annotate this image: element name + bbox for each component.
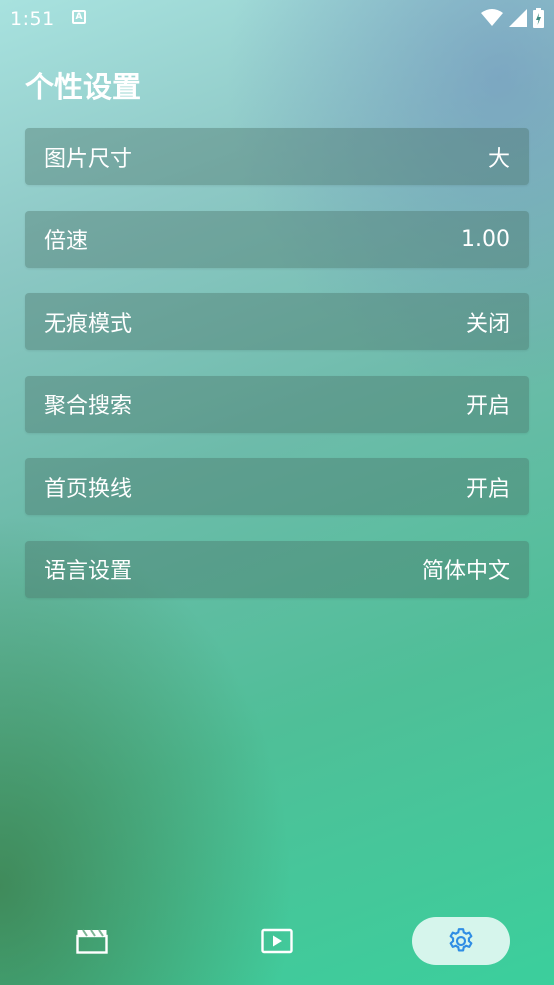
setting-label: 首页换线	[44, 476, 133, 502]
setting-label: 倍速	[44, 229, 89, 254]
setting-aggregate-search[interactable]: 聚合搜索 开启	[25, 375, 529, 433]
play-icon	[261, 928, 293, 954]
setting-playback-speed[interactable]: 倍速 1.00	[25, 210, 529, 268]
wifi-icon	[481, 9, 503, 26]
settings-list: 图片尺寸 大 倍速 1.00 无痕模式 关闭 聚合搜索 开启 首页换线 开启 语…	[25, 128, 529, 623]
setting-value: 大	[487, 146, 510, 172]
nav-movies[interactable]	[43, 917, 141, 965]
setting-value: 关闭	[465, 311, 510, 337]
setting-label: 无痕模式	[44, 311, 133, 337]
gear-icon	[449, 928, 473, 952]
status-bar: 1:51 A	[0, 0, 554, 38]
bottom-nav	[0, 912, 554, 972]
status-time: 1:51	[10, 8, 55, 30]
nav-settings[interactable]	[412, 917, 510, 965]
setting-label: 图片尺寸	[44, 146, 133, 172]
battery-icon	[533, 8, 544, 28]
setting-value: 开启	[465, 394, 510, 419]
setting-label: 聚合搜索	[44, 394, 133, 419]
status-icons	[481, 8, 544, 28]
setting-language[interactable]: 语言设置 简体中文	[25, 540, 529, 598]
movie-clapper-icon	[76, 929, 108, 954]
page-title: 个性设置	[25, 70, 142, 104]
setting-value: 开启	[465, 476, 510, 502]
notification-icon: A	[72, 10, 86, 24]
setting-label: 语言设置	[44, 559, 133, 584]
setting-image-size[interactable]: 图片尺寸 大	[25, 128, 529, 185]
setting-homepage-line[interactable]: 首页换线 开启	[25, 458, 529, 515]
signal-icon	[509, 9, 527, 27]
setting-value: 1.00	[461, 226, 510, 252]
setting-incognito-mode[interactable]: 无痕模式 关闭	[25, 293, 529, 350]
setting-value: 简体中文	[421, 559, 510, 584]
nav-play[interactable]	[228, 917, 326, 965]
